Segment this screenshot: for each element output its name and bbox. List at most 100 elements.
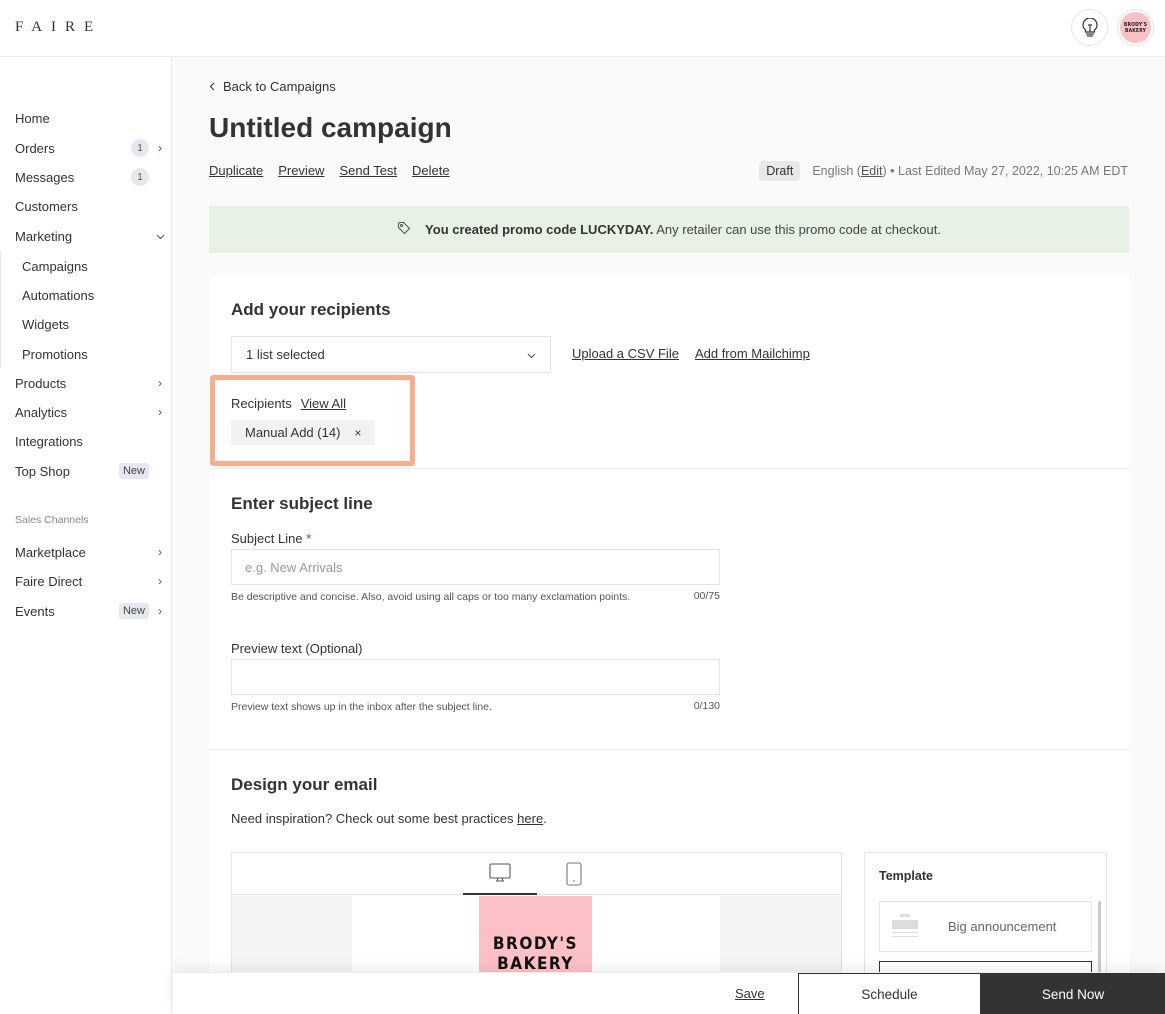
promo-banner: You created promo code LUCKYDAY. Any ret… <box>209 206 1129 253</box>
best-practices-link[interactable]: here <box>517 811 543 826</box>
delete-link[interactable]: Delete <box>412 163 450 178</box>
preview-text-input[interactable] <box>231 659 720 695</box>
recipients-heading: Add your recipients <box>231 300 391 319</box>
sidebar-item-label: Automations <box>22 287 95 303</box>
messages-count-badge: 1 <box>131 168 149 186</box>
sidebar-item-label: Promotions <box>22 346 88 362</box>
sidebar-item-label: Marketplace <box>15 544 86 560</box>
sidebar-item-messages[interactable]: Messages 1 <box>15 166 165 188</box>
back-to-campaigns-link[interactable]: Back to Campaigns <box>209 79 336 94</box>
preview-helper-text: Preview text shows up in the inbox after… <box>231 701 492 713</box>
close-icon[interactable]: × <box>354 426 361 440</box>
status-badge: Draft <box>759 161 801 181</box>
promo-banner-bold: You created promo code LUCKYDAY. <box>425 222 654 237</box>
sidebar-item-label: Integrations <box>15 433 83 449</box>
sidebar-item-label: Products <box>15 375 67 391</box>
save-button[interactable]: Save <box>735 986 765 1001</box>
sidebar-item-top-shop[interactable]: Top Shop New <box>15 460 165 482</box>
recipients-label: Recipients <box>231 396 292 411</box>
send-test-link[interactable]: Send Test <box>339 163 397 178</box>
device-tabs <box>232 853 841 895</box>
sidebar-item-integrations[interactable]: Integrations <box>15 430 165 452</box>
design-description-suffix: . <box>543 811 547 826</box>
avatar-text-line2: BAKERY <box>1124 27 1147 34</box>
sidebar-item-faire-direct[interactable]: Faire Direct › <box>15 570 165 592</box>
chevron-down-icon <box>155 229 165 243</box>
view-all-link[interactable]: View All <box>301 396 346 411</box>
chevron-right-icon: › <box>158 376 162 390</box>
template-thumbnail-icon <box>892 913 918 940</box>
tab-desktop[interactable] <box>463 853 537 895</box>
list-select-dropdown[interactable]: 1 list selected <box>231 336 551 373</box>
send-now-button[interactable]: Send Now <box>981 973 1165 1014</box>
orders-count-badge: 1 <box>131 139 149 157</box>
avatar: BRODY'S BAKERY <box>1120 12 1151 43</box>
sidebar-item-marketing[interactable]: Marketing <box>15 225 165 247</box>
sidebar-item-label: Customers <box>15 198 78 214</box>
tag-icon <box>397 221 411 238</box>
chip-label: Manual Add (14) <box>245 425 341 440</box>
preview-text-label: Preview text (Optional) <box>231 641 363 656</box>
tab-mobile[interactable] <box>537 853 611 895</box>
template-option-label: Big announcement <box>948 919 1057 934</box>
edit-language-link[interactable]: Edit <box>861 164 883 178</box>
sidebar-item-promotions[interactable]: Promotions <box>22 343 165 365</box>
sidebar-item-label: Widgets <box>22 316 69 332</box>
sidebar-item-automations[interactable]: Automations <box>22 284 165 306</box>
sidebar-item-label: Marketing <box>15 228 73 244</box>
preview-char-counter: 0/130 <box>693 700 720 712</box>
sidebar-item-campaigns[interactable]: Campaigns <box>22 255 165 277</box>
preview-link[interactable]: Preview <box>278 163 324 178</box>
sidebar-item-home[interactable]: Home <box>15 107 165 129</box>
chevron-right-icon: › <box>158 545 162 559</box>
sidebar-item-events[interactable]: Events New › <box>15 600 165 622</box>
subject-helper-text: Be descriptive and concise. Also, avoid … <box>231 591 631 603</box>
duplicate-link[interactable]: Duplicate <box>209 163 263 178</box>
sidebar-item-products[interactable]: Products › <box>15 372 165 394</box>
sales-channels-heading: Sales Channels <box>15 514 89 526</box>
chevron-down-icon <box>527 347 536 362</box>
new-badge: New <box>118 603 149 619</box>
back-link-label: Back to Campaigns <box>223 79 336 94</box>
subject-line-label-text: Subject Line <box>231 531 303 546</box>
chevron-right-icon: › <box>158 405 162 419</box>
schedule-button[interactable]: Schedule <box>798 973 981 1014</box>
subject-line-input[interactable] <box>231 549 720 585</box>
mobile-icon <box>566 862 582 886</box>
footer-action-bar: Save Schedule Send Now <box>173 972 1165 1014</box>
recipients-row: Recipients View All <box>231 396 346 411</box>
sidebar-item-label: Faire Direct <box>15 573 83 589</box>
template-heading: Template <box>879 869 933 883</box>
faire-logo[interactable]: FAIRE <box>15 19 102 36</box>
sidebar-item-marketplace[interactable]: Marketplace › <box>15 541 165 563</box>
recipients-section: Add your recipients 1 list selected Uplo… <box>209 275 1129 468</box>
sidebar-item-customers[interactable]: Customers <box>15 195 165 217</box>
subject-line-label: Subject Line * <box>231 531 311 546</box>
sidebar-item-orders[interactable]: Orders 1 › <box>15 137 165 159</box>
top-bar: FAIRE BRODY'S BAKERY <box>0 0 1165 57</box>
lightbulb-icon <box>1081 17 1098 37</box>
design-description: Need inspiration? Check out some best pr… <box>231 811 547 826</box>
page-title: Untitled campaign <box>209 112 452 143</box>
chevron-right-icon: › <box>158 141 162 155</box>
design-description-text: Need inspiration? Check out some best pr… <box>231 811 518 826</box>
add-from-mailchimp-link[interactable]: Add from Mailchimp <box>695 346 810 361</box>
upload-csv-link[interactable]: Upload a CSV File <box>572 346 679 361</box>
sidebar-item-label: Home <box>15 110 50 126</box>
subject-char-counter: 00/75 <box>693 590 720 602</box>
sidebar-item-label: Analytics <box>15 404 68 420</box>
required-asterisk: * <box>306 531 312 546</box>
account-menu-button[interactable]: BRODY'S BAKERY <box>1117 9 1154 46</box>
subject-section: Enter subject line Subject Line * Be des… <box>209 468 1129 749</box>
brand-logo-line2: BAKERY <box>497 954 574 974</box>
ideas-button[interactable] <box>1071 9 1108 46</box>
chevron-right-icon: › <box>158 574 162 588</box>
campaign-actions: Duplicate Preview Send Test Delete <box>209 163 450 178</box>
template-option-big-announcement[interactable]: Big announcement <box>879 901 1092 952</box>
sidebar-item-widgets[interactable]: Widgets <box>22 313 165 335</box>
sidebar: Home Orders 1 › Messages 1 Customers Mar… <box>0 57 172 1014</box>
recipient-list-chip: Manual Add (14) × <box>231 420 376 445</box>
promo-banner-text: Any retailer can use this promo code at … <box>656 222 941 237</box>
sidebar-item-analytics[interactable]: Analytics › <box>15 401 165 423</box>
chevron-left-icon <box>209 79 215 94</box>
